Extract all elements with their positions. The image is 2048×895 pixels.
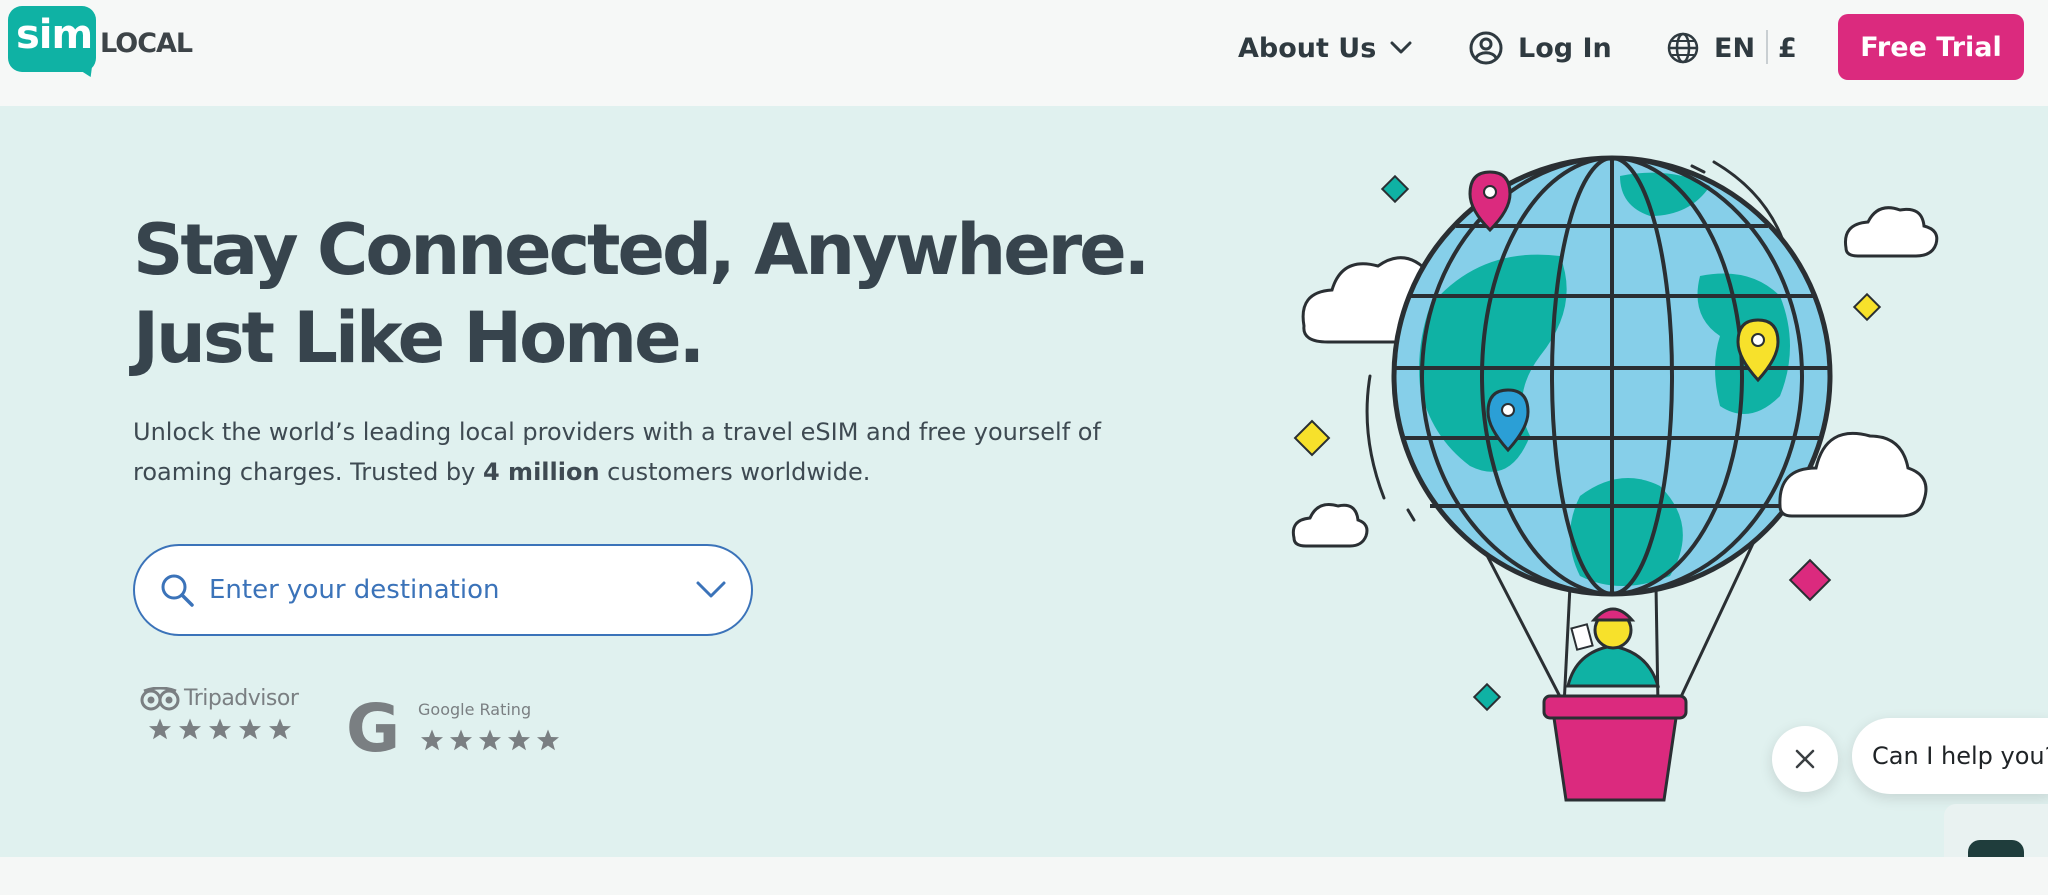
currency-symbol: £ bbox=[1778, 32, 1797, 64]
star-icon bbox=[450, 729, 472, 751]
globe-icon bbox=[1667, 32, 1699, 64]
language-code: EN bbox=[1714, 32, 1756, 64]
hero-title-line-1: Stay Connected, Anywhere. bbox=[133, 209, 1150, 291]
balloon-basket bbox=[1552, 716, 1678, 802]
tripadvisor-label: Tripadvisor bbox=[184, 686, 299, 711]
star-icon bbox=[479, 729, 501, 751]
diamond-decoration bbox=[1380, 174, 1410, 204]
nav-divider bbox=[1766, 30, 1768, 64]
nav-login-label: Log In bbox=[1518, 32, 1612, 64]
google-logo-icon: G bbox=[346, 690, 401, 767]
site-header: sim LOCAL About Us Log In EN £ Free Tria… bbox=[0, 0, 2048, 106]
diamond-decoration bbox=[1293, 419, 1331, 457]
star-icon bbox=[179, 718, 201, 740]
hero-title-line-2: Just Like Home. bbox=[133, 297, 705, 379]
user-icon bbox=[1469, 31, 1503, 65]
google-stars bbox=[420, 728, 560, 752]
hero-title: Stay Connected, Anywhere. Just Like Home… bbox=[133, 206, 1233, 382]
star-icon bbox=[149, 718, 171, 740]
globe-balloon-illustration bbox=[1291, 155, 1939, 802]
logo-local-text: LOCAL bbox=[100, 28, 193, 59]
destination-input[interactable] bbox=[209, 575, 695, 605]
cloud-decoration bbox=[1843, 206, 1939, 258]
tripadvisor-owl-icon bbox=[140, 686, 180, 710]
star-icon bbox=[508, 729, 530, 751]
hero-subtitle: Unlock the world’s leading local provide… bbox=[133, 412, 1203, 492]
star-icon bbox=[537, 729, 559, 751]
destination-search[interactable] bbox=[133, 544, 753, 636]
nav-about-label: About Us bbox=[1238, 32, 1377, 64]
tripadvisor-stars bbox=[148, 717, 298, 741]
tripadvisor-rating[interactable]: Tripadvisor bbox=[140, 686, 299, 741]
diamond-decoration bbox=[1852, 292, 1882, 322]
star-icon bbox=[239, 718, 261, 740]
diamond-decoration bbox=[1788, 558, 1832, 602]
page-bottom-strip bbox=[0, 857, 2048, 895]
cloud-decoration bbox=[1291, 503, 1369, 548]
balloon-basket-rim bbox=[1542, 694, 1688, 720]
language-selector[interactable]: EN bbox=[1666, 28, 1755, 68]
star-icon bbox=[209, 718, 231, 740]
star-icon bbox=[421, 729, 443, 751]
hero-subtitle-highlight: 4 million bbox=[483, 458, 600, 486]
nav-about-us[interactable]: About Us bbox=[1238, 28, 1412, 68]
traveler-figure bbox=[1566, 607, 1661, 688]
nav-login[interactable]: Log In bbox=[1468, 28, 1612, 68]
hero-subtitle-post: customers worldwide. bbox=[599, 458, 871, 486]
simlocal-logo[interactable]: sim LOCAL bbox=[8, 6, 208, 88]
chat-dismiss-button[interactable] bbox=[1772, 726, 1838, 792]
free-trial-button[interactable]: Free Trial bbox=[1838, 14, 2024, 80]
search-icon bbox=[161, 574, 194, 607]
diamond-decoration bbox=[1472, 682, 1502, 712]
hero-section: Stay Connected, Anywhere. Just Like Home… bbox=[0, 106, 2048, 857]
google-rating-label: Google Rating bbox=[418, 700, 532, 719]
chevron-down-icon[interactable] bbox=[695, 580, 727, 600]
star-icon bbox=[269, 718, 291, 740]
currency-selector[interactable]: £ bbox=[1778, 28, 1797, 68]
chat-prompt[interactable]: Can I help you? bbox=[1852, 718, 2048, 794]
close-icon bbox=[1795, 749, 1815, 769]
chevron-down-icon bbox=[1390, 41, 1412, 54]
logo-sim-text: sim bbox=[16, 12, 93, 58]
